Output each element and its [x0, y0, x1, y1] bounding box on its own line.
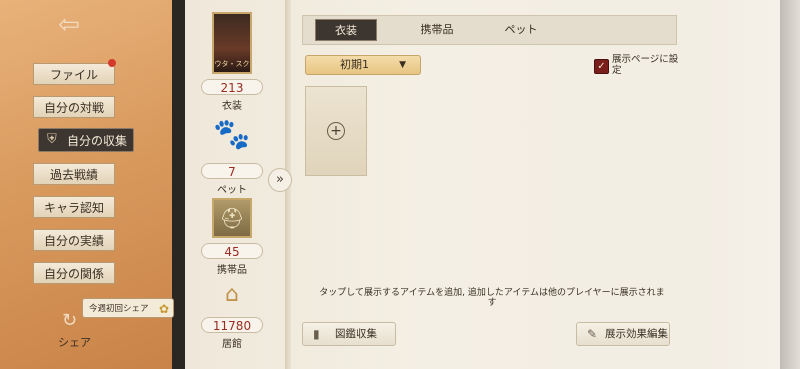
pet-label: ペット — [217, 185, 247, 196]
add-item-slot[interactable]: + — [305, 86, 367, 176]
sidebar-item-label: 自分の収集 — [67, 134, 128, 148]
share-icon[interactable]: ↻ — [62, 310, 77, 331]
helmet-icon: ⛑ — [219, 206, 245, 230]
edit-icon: ✎ — [587, 327, 598, 341]
sidebar-item-label: 自分の対戦 — [43, 101, 104, 115]
edit-button-label: 展示効果編集 — [605, 328, 668, 340]
show-on-page-label[interactable]: 展示ページに設定 — [612, 54, 684, 76]
share-tooltip-text: 今週初回シェア — [89, 304, 149, 314]
house-label: 居館 — [222, 339, 242, 350]
back-icon[interactable]: ⇦ — [52, 8, 86, 42]
sidebar-item-my-collection[interactable]: ⛨ 自分の収集 — [38, 128, 134, 152]
pet-count: 7 — [201, 163, 263, 179]
reward-icon: ✿ — [158, 302, 169, 316]
preset-dropdown[interactable]: 初期1 ▼ — [305, 55, 421, 75]
edit-display-effect-button[interactable]: ✎ 展示効果編集 — [576, 322, 670, 346]
left-sidebar: ⇦ ファイル 自分の対戦 ⛨ 自分の収集 過去戦績 キャラ認知 自分の実績 自分… — [0, 0, 174, 369]
notification-dot — [108, 59, 116, 67]
sidebar-item-file[interactable]: ファイル — [33, 63, 115, 85]
dropdown-value: 初期1 — [340, 58, 369, 71]
plus-icon: + — [327, 122, 345, 140]
tab-costume[interactable]: 衣装 — [315, 19, 377, 41]
show-on-page-checkbox[interactable]: ✓ — [594, 59, 609, 74]
shield-icon: ⛨ — [47, 132, 57, 147]
category-tabs: 衣装 携帯品 ペット — [302, 15, 677, 45]
share-tooltip: 今週初回シェア ✿ — [82, 298, 174, 318]
sidebar-item-label: キャラ認知 — [43, 201, 104, 215]
sidebar-item-relationships[interactable]: 自分の関係 — [33, 262, 115, 284]
item-label: 携帯品 — [217, 265, 247, 276]
hint-text: タップして展示するアイテムを追加, 追加したアイテムは他のプレイヤーに展示されま… — [319, 288, 665, 308]
tab-pets[interactable]: ペット — [491, 19, 551, 41]
sidebar-item-character-awareness[interactable]: キャラ認知 — [33, 196, 115, 218]
sidebar-item-past-records[interactable]: 過去戦績 — [33, 163, 115, 185]
sidebar-item-label: 過去戦績 — [49, 168, 98, 182]
item-card[interactable]: ⛑ — [212, 198, 252, 238]
sidebar-item-label: 自分の関係 — [43, 267, 104, 281]
costume-label: 衣装 — [222, 101, 242, 112]
pet-icon[interactable]: 🐾 — [212, 114, 252, 156]
tab-items[interactable]: 携帯品 — [407, 19, 467, 41]
item-count: 45 — [201, 243, 263, 259]
atlas-button-label: 図鑑収集 — [335, 328, 377, 340]
page-edge-fade — [690, 0, 800, 369]
sidebar-item-achievements[interactable]: 自分の実績 — [33, 229, 115, 251]
atlas-collection-button[interactable]: ▮ 図鑑収集 — [302, 322, 396, 346]
sidebar-item-label: ファイル — [49, 68, 98, 82]
expand-chevron-icon[interactable]: » — [268, 168, 292, 192]
house-icon[interactable]: ⌂ — [218, 280, 246, 310]
book-icon: ▮ — [313, 327, 320, 341]
costume-card[interactable]: ウタ・スク — [212, 12, 252, 74]
house-count: 11780 — [201, 317, 263, 333]
chevron-down-icon: ▼ — [399, 60, 406, 70]
share-label[interactable]: シェア — [58, 334, 91, 350]
sidebar-item-label: 自分の実績 — [43, 234, 104, 248]
sidebar-item-my-battles[interactable]: 自分の対戦 — [33, 96, 115, 118]
costume-count: 213 — [201, 79, 263, 95]
costume-card-name: ウタ・スク — [214, 60, 250, 68]
